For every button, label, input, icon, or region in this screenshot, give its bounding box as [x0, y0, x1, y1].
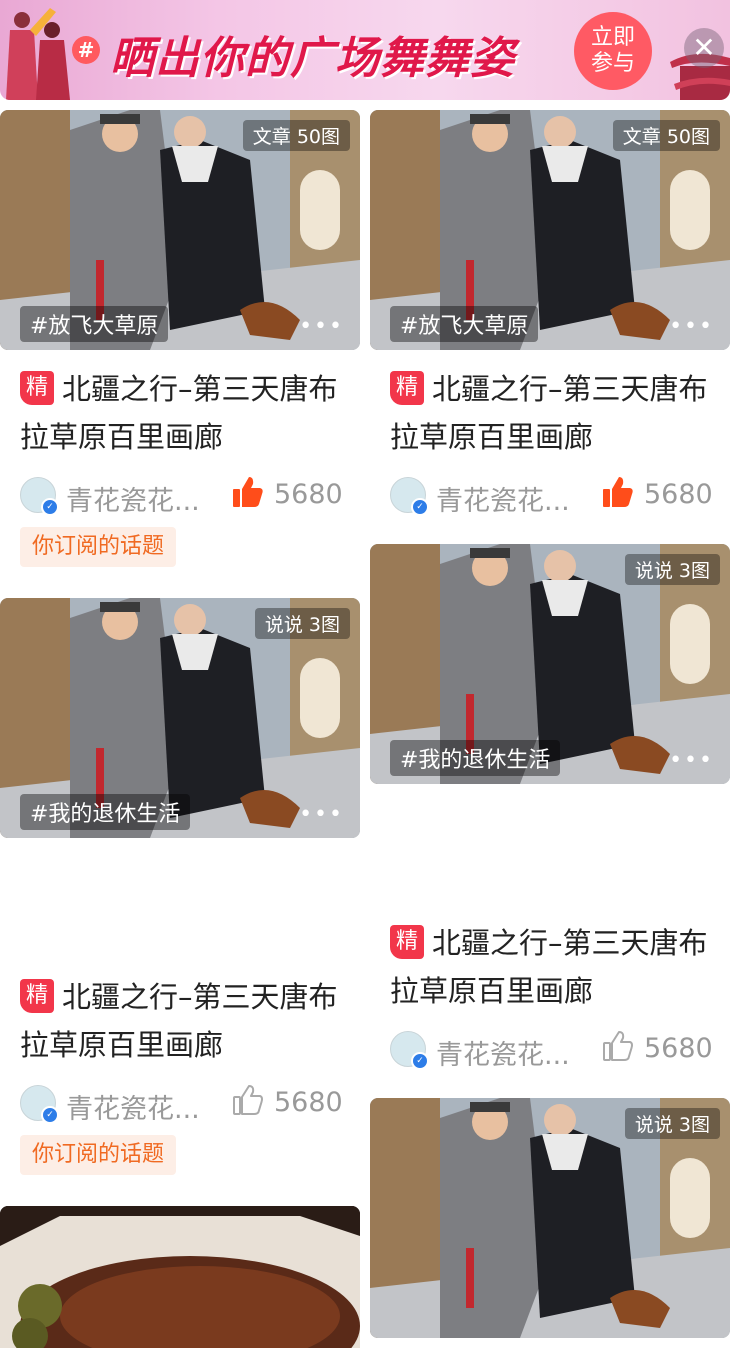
post-photo-frame[interactable]: 文章 50图 #放飞大草原 ••• [370, 110, 730, 350]
verified-icon: ✓ [411, 498, 429, 516]
media-count-badge: 文章 50图 [242, 120, 350, 151]
more-options-icon[interactable]: ••• [669, 316, 714, 338]
author-name[interactable]: 青花瓷花... [66, 1087, 200, 1126]
post-title-block[interactable]: 精北疆之行–第三天唐布拉草原百里画廊 [390, 365, 720, 461]
post-title-block[interactable]: 精北疆之行–第三天唐布拉草原百里画廊 [20, 973, 350, 1069]
thumbs-up-icon[interactable] [232, 1083, 264, 1117]
post-title: 北疆之行–第三天唐布拉草原百里画廊 [20, 372, 338, 454]
subscribed-topic-label[interactable]: 你订阅的话题 [20, 527, 177, 567]
media-count-badge: 说说 3图 [624, 554, 720, 585]
like-count: 5680 [274, 479, 343, 510]
avatar[interactable]: ✓ [20, 477, 59, 516]
like-count: 5680 [274, 1087, 343, 1118]
post-meta: ✓ 青花瓷花... 5680 [390, 1029, 720, 1072]
hashtag-icon: # [72, 36, 100, 64]
topic-tag[interactable]: #我的退休生活 [20, 794, 191, 830]
close-banner-button[interactable]: ✕ [684, 28, 724, 68]
more-options-icon[interactable]: ••• [299, 804, 344, 826]
subscribed-topic-label[interactable]: 你订阅的话题 [20, 1135, 177, 1175]
media-count-badge: 说说 3图 [254, 608, 350, 639]
join-button[interactable]: 立即参与 [574, 12, 652, 90]
topic-tag[interactable]: #放飞大草原 [390, 306, 539, 342]
topic-tag[interactable]: #我的退休生活 [390, 740, 561, 776]
more-options-icon[interactable]: ••• [299, 316, 344, 338]
post-title: 北疆之行–第三天唐布拉草原百里画廊 [390, 926, 708, 1008]
author-name[interactable]: 青花瓷花... [66, 479, 200, 518]
post-meta: ✓ 青花瓷花... 5680 [20, 1083, 350, 1126]
topic-tag[interactable]: #放飞大草原 [20, 306, 169, 342]
post-meta: ✓ 青花瓷花... 5680 [20, 475, 350, 518]
verified-icon: ✓ [411, 1052, 429, 1070]
featured-badge: 精 [390, 371, 424, 405]
promo-banner[interactable]: # 晒出你的广场舞舞姿 立即参与 ✕ [0, 0, 730, 100]
verified-icon: ✓ [41, 498, 59, 516]
post-photo-frame[interactable]: 文章 50图 #放飞大草原 ••• [0, 110, 360, 350]
avatar[interactable]: ✓ [20, 1085, 59, 1124]
author-name[interactable]: 青花瓷花... [436, 1033, 570, 1072]
banner-title: 晒出你的广场舞舞姿 [110, 33, 515, 84]
featured-badge: 精 [390, 925, 424, 959]
dancers-illustration [6, 8, 70, 100]
author-name[interactable]: 青花瓷花... [436, 479, 570, 518]
verified-icon: ✓ [41, 1106, 59, 1124]
post-title-block[interactable]: 精北疆之行–第三天唐布拉草原百里画廊 [20, 365, 350, 461]
like-count: 5680 [644, 1033, 713, 1064]
thumbs-up-icon[interactable] [232, 475, 264, 509]
post-photo-frame[interactable]: 说说 3图 [370, 1098, 730, 1338]
post-photo-frame[interactable] [0, 1206, 360, 1348]
avatar[interactable]: ✓ [390, 477, 429, 516]
thumbs-up-icon[interactable] [602, 475, 634, 509]
post-title: 北疆之行–第三天唐布拉草原百里画廊 [20, 980, 338, 1062]
post-title: 北疆之行–第三天唐布拉草原百里画廊 [390, 372, 708, 454]
like-count: 5680 [644, 479, 713, 510]
post-meta: ✓ 青花瓷花... 5680 [390, 475, 720, 518]
featured-badge: 精 [20, 979, 54, 1013]
post-photo-frame[interactable]: 说说 3图 #我的退休生活 ••• [0, 598, 360, 838]
thumbs-up-icon[interactable] [602, 1029, 634, 1063]
featured-badge: 精 [20, 371, 54, 405]
media-count-badge: 文章 50图 [612, 120, 720, 151]
food-photo [0, 1206, 360, 1348]
post-title-block[interactable]: 精北疆之行–第三天唐布拉草原百里画廊 [390, 919, 720, 1015]
post-photo-frame[interactable]: 说说 3图 #我的退休生活 ••• [370, 544, 730, 784]
media-count-badge: 说说 3图 [624, 1108, 720, 1139]
more-options-icon[interactable]: ••• [669, 750, 714, 772]
avatar[interactable]: ✓ [390, 1031, 429, 1070]
